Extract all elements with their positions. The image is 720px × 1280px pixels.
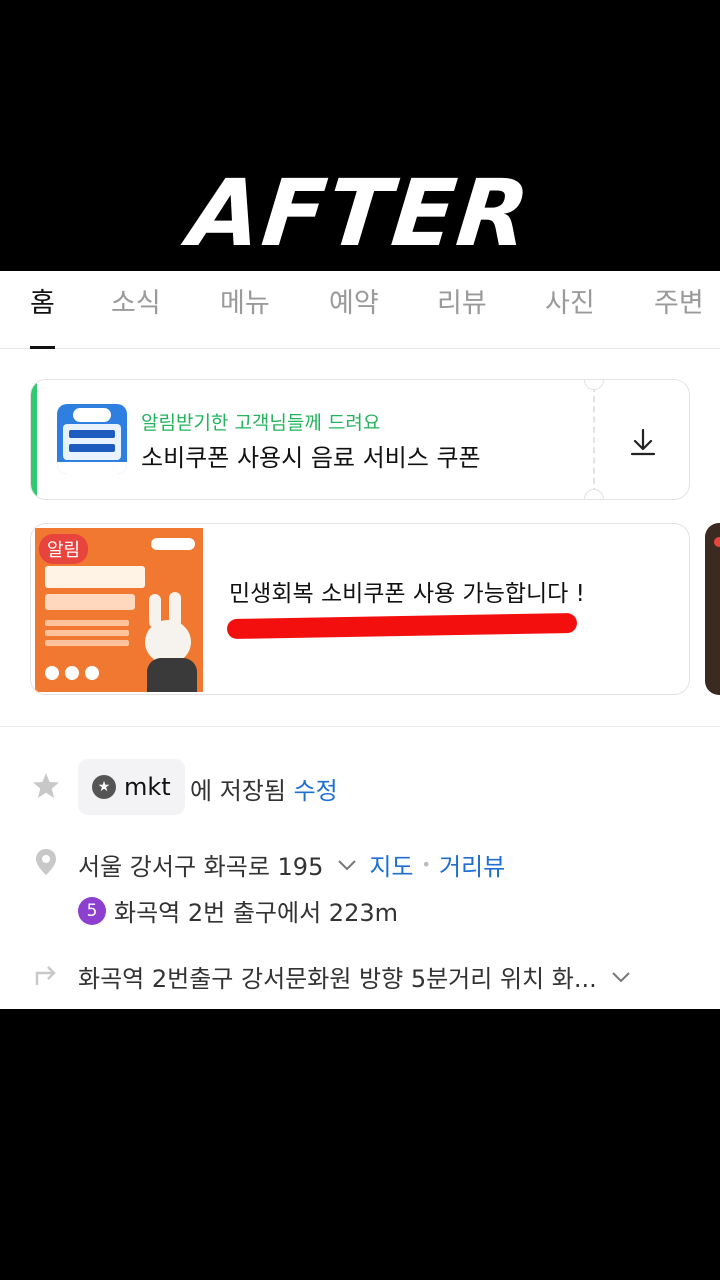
coupon-title: 소비쿠폰 사용시 음료 서비스 쿠폰 [141, 444, 481, 472]
saved-list-chip[interactable]: ★ mkt [78, 759, 185, 815]
notice-card[interactable]: 알림 민생회복 소비쿠폰 사용 가능합니다 ! [30, 523, 690, 695]
after-title: AFTER [184, 160, 536, 267]
top-black-band: AFTER [0, 0, 720, 271]
place-detail-panel: 홈 소식 메뉴 예약 리뷰 사진 주변 알림받기한 고객님들께 드려요 소비쿠폰… [0, 271, 720, 1009]
address-text: 서울 강서구 화곡로 195 [78, 853, 324, 881]
notice-text: 민생회복 소비쿠폰 사용 가능합니다 ! [229, 581, 585, 607]
subway-distance: 화곡역 2번 출구에서 223m [114, 899, 398, 927]
chevron-down-icon[interactable] [335, 853, 359, 877]
coupon-notch-bottom [584, 489, 604, 499]
map-link[interactable]: 지도 [369, 847, 413, 882]
saved-label: 에 저장됨 [190, 777, 286, 805]
directions-text: 화곡역 2번출구 강서문화원 방향 5분거리 위치 화... [78, 965, 597, 993]
direction-arrow-icon [35, 966, 56, 985]
tab-photos[interactable]: 사진 [545, 285, 595, 349]
saved-list-name: mkt [124, 773, 171, 801]
dot-separator: • [421, 855, 431, 874]
street-view-link[interactable]: 거리뷰 [439, 847, 505, 882]
tab-reservation[interactable]: 예약 [329, 285, 379, 349]
edit-link[interactable]: 수정 [294, 777, 338, 805]
coupon-card[interactable]: 알림받기한 고객님들께 드려요 소비쿠폰 사용시 음료 서비스 쿠폰 [30, 379, 690, 500]
coupon-accent-bar [31, 380, 37, 499]
saved-status: 에 저장됨 수정 [190, 771, 338, 806]
directions-row: 화곡역 2번출구 강서문화원 방향 5분거리 위치 화... [78, 959, 633, 994]
coupon-notch-top [584, 380, 604, 390]
tab-home[interactable]: 홈 [30, 285, 55, 349]
coupon-thumbnail-icon [57, 404, 127, 474]
star-badge-icon: ★ [92, 775, 116, 799]
star-icon [33, 773, 59, 798]
coupon-divider [593, 386, 595, 494]
address-row: 서울 강서구 화곡로 195 지도 • 거리뷰 [78, 847, 505, 882]
download-icon[interactable] [623, 422, 663, 462]
redaction-stroke [226, 612, 578, 640]
tab-menu[interactable]: 메뉴 [220, 285, 270, 349]
tab-reviews[interactable]: 리뷰 [437, 285, 487, 349]
tab-nearby[interactable]: 주변 [654, 285, 704, 349]
chevron-down-icon[interactable] [609, 965, 633, 989]
notice-badge: 알림 [39, 534, 89, 564]
next-card-peek[interactable] [705, 523, 720, 695]
subway-line-badge: 5 [78, 896, 106, 925]
location-pin-icon [36, 849, 56, 875]
tab-news[interactable]: 소식 [111, 285, 161, 349]
coupon-subtitle: 알림받기한 고객님들께 드려요 [141, 412, 381, 434]
tab-bar: 홈 소식 메뉴 예약 리뷰 사진 주변 [0, 271, 720, 349]
section-divider [0, 726, 720, 727]
subway-row: 5 화곡역 2번 출구에서 223m [78, 893, 398, 928]
